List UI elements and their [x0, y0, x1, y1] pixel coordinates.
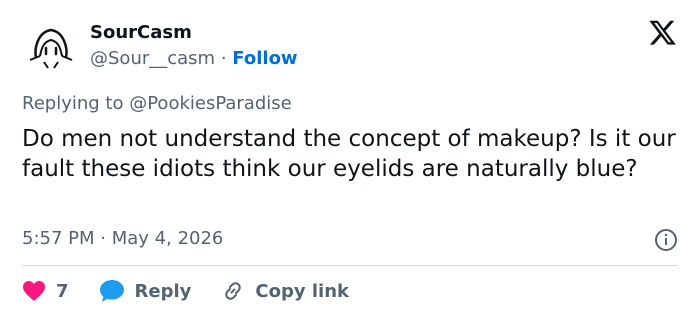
- avatar[interactable]: [22, 18, 80, 76]
- divider: [22, 265, 678, 266]
- copy-link-button[interactable]: Copy link: [221, 279, 349, 303]
- post-body: Do men not understand the concept of mak…: [22, 126, 676, 182]
- post-time: 5:57 PM: [22, 228, 95, 249]
- replying-to: Replying to @PookiesParadise: [22, 92, 292, 116]
- author-handle-row: @Sour__casm · Follow: [90, 48, 298, 70]
- replying-to-label: Replying to: [22, 93, 124, 114]
- reply-label: Reply: [134, 280, 192, 302]
- copy-link-label: Copy link: [255, 280, 349, 302]
- author-name[interactable]: SourCasm: [90, 22, 192, 44]
- post-date: May 4, 2026: [111, 228, 224, 249]
- like-count: 7: [56, 280, 69, 302]
- x-logo-icon[interactable]: [649, 20, 677, 46]
- heart-icon: [23, 281, 45, 301]
- replying-to-mention[interactable]: @PookiesParadise: [129, 93, 292, 114]
- follow-button[interactable]: Follow: [232, 48, 297, 69]
- avatar-drawing-icon: [22, 18, 80, 76]
- timestamp-separator: ·: [100, 228, 106, 249]
- reply-button[interactable]: Reply: [99, 279, 192, 303]
- info-icon[interactable]: [654, 228, 678, 252]
- author-handle[interactable]: @Sour__casm: [90, 48, 215, 69]
- like-button[interactable]: 7: [22, 280, 69, 302]
- handle-separator: ·: [220, 48, 227, 69]
- post-timestamp[interactable]: 5:57 PM · May 4, 2026: [22, 227, 223, 251]
- speech-bubble-icon: [99, 280, 124, 302]
- link-icon: [225, 282, 242, 300]
- action-bar: 7 Reply Copy link: [22, 278, 379, 304]
